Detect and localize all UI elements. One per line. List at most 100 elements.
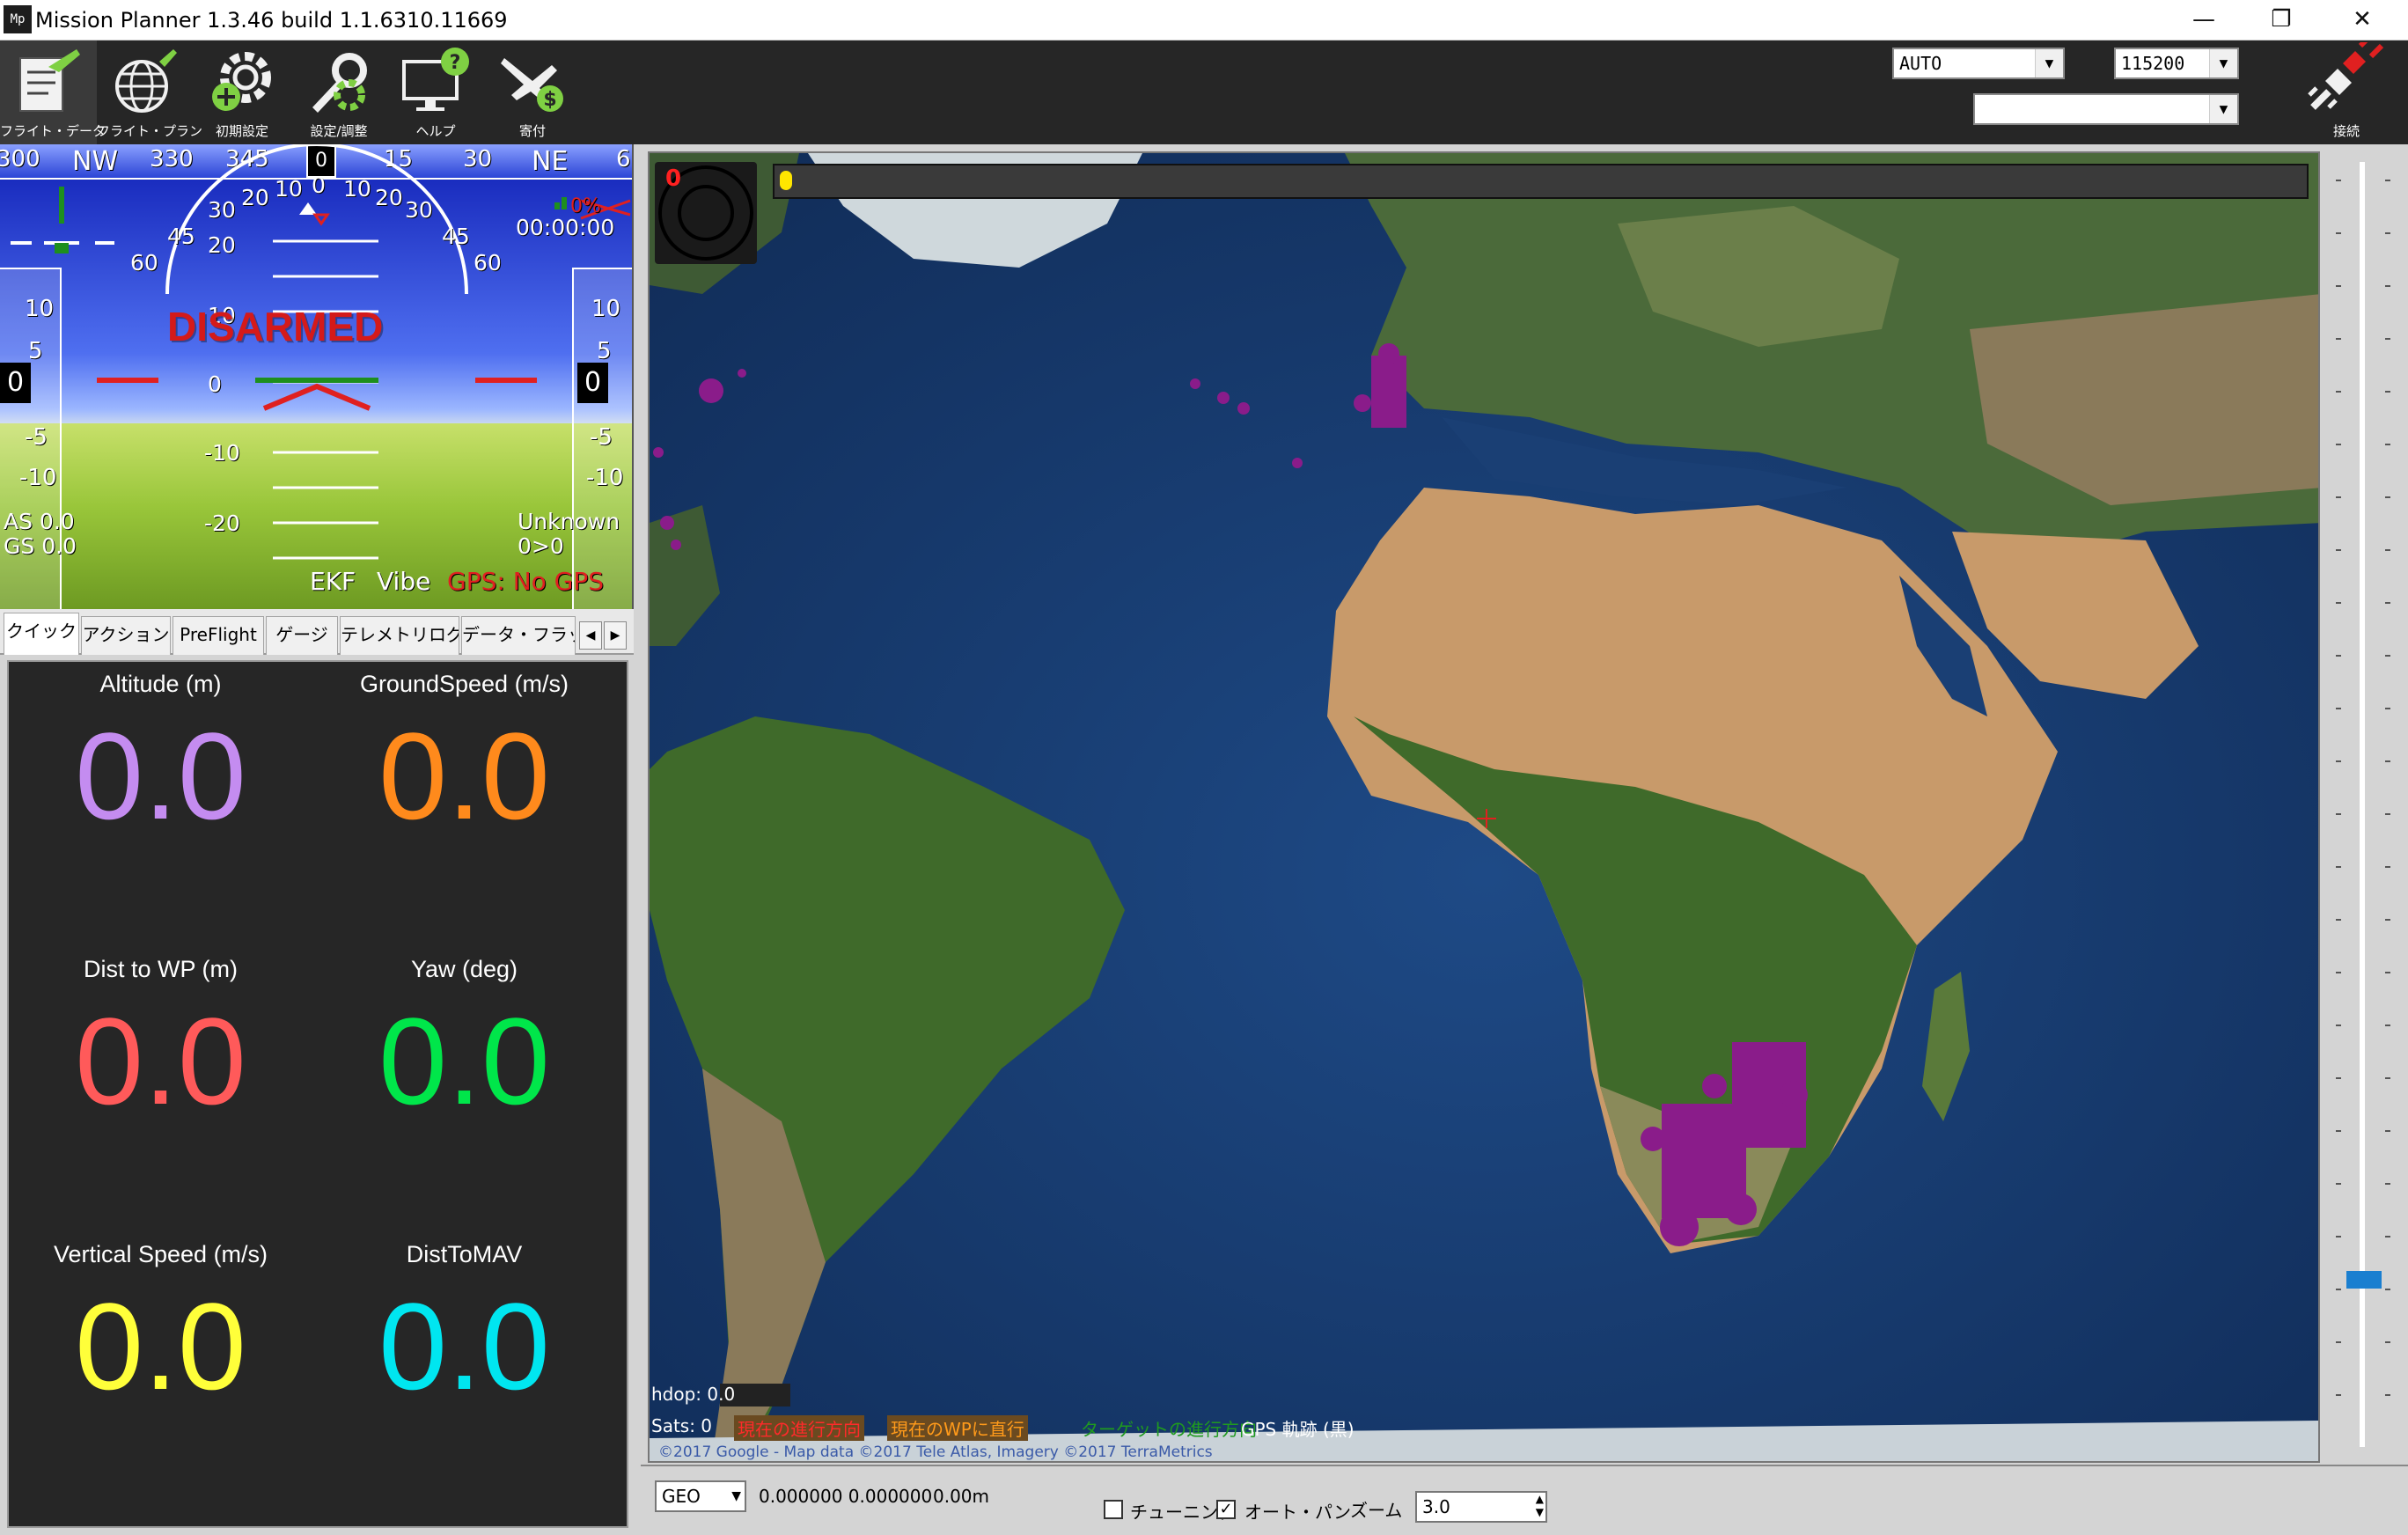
tab-dataflash[interactable]: データ・フラッシ <box>461 616 576 655</box>
baud-rate-select[interactable]: 115200 ▼ <box>2114 48 2239 79</box>
roll-label: 60 <box>130 250 158 275</box>
roll-label: 30 <box>208 197 236 223</box>
quick-cell-groundspeed[interactable]: GroundSpeed (m/s) 0.0 <box>312 662 616 944</box>
altitude-pointer: 0 <box>577 363 609 403</box>
quick-cell-altitude[interactable]: Altitude (m) 0.0 <box>9 662 312 944</box>
quick-label: GroundSpeed (m/s) <box>359 671 569 697</box>
restore-button[interactable]: ❐ <box>2243 0 2320 40</box>
tab-scroll-left-icon[interactable]: ◀ <box>579 621 602 650</box>
tab-actions[interactable]: アクション <box>81 616 171 655</box>
flight-mode-readout: Unknown <box>518 509 620 534</box>
zoom-input[interactable]: 3.0 ▲ ▼ <box>1415 1491 1547 1523</box>
tuning-checkbox[interactable] <box>1104 1500 1123 1519</box>
quick-cell-vertical-speed[interactable]: Vertical Speed (m/s) 0.0 <box>9 1232 312 1514</box>
chevron-down-icon: ▼ <box>2209 95 2237 123</box>
pitch-label: -10 <box>204 440 240 466</box>
satellite-map[interactable]: 0 hdop: 0.0 Sats: 0 現在の進行方向 現在のWPに直行 ターゲ… <box>648 151 2320 1463</box>
zoom-slider[interactable] <box>2331 162 2401 1465</box>
zoom-slider-track <box>2360 162 2365 1447</box>
close-button[interactable]: ✕ <box>2324 0 2401 40</box>
toolbar-label: フライト・データ <box>0 123 106 139</box>
toolbar-label: 設定/調整 <box>310 123 368 139</box>
alt-tape-label: -10 <box>586 465 624 491</box>
coordinates-readout: 0.000000 0.000000 <box>759 1486 933 1507</box>
toolbar-config-tuning[interactable]: 設定/調整 <box>290 40 387 144</box>
map-attribution: ©2017 Google - Map data ©2017 Tele Atlas… <box>658 1443 1213 1461</box>
quick-cell-dist-to-mav[interactable]: DistToMAV 0.0 <box>312 1232 616 1514</box>
quick-value: 0.0 <box>75 707 246 845</box>
sats-readout: Sats: 0 <box>651 1415 713 1436</box>
roll-label: 10 <box>275 176 303 202</box>
flight-mode-select[interactable]: AUTO ▼ <box>1892 48 2065 79</box>
quick-value: 0.0 <box>378 1277 550 1415</box>
baud-rate-value: 115200 <box>2121 53 2185 74</box>
main-toolbar: フライト・データ フライト・プラン 初期設定 設定/調整 ? ヘルプ $ 寄付 … <box>0 40 2408 144</box>
tab-quick[interactable]: クイック <box>4 613 79 655</box>
groundspeed-readout: GS 0.0 <box>4 533 77 559</box>
roll-label: 0 <box>312 173 326 198</box>
port-select[interactable]: ▼ <box>1973 93 2239 125</box>
vibe-status[interactable]: Vibe <box>377 567 430 596</box>
stepper-arrows-icon[interactable]: ▲ ▼ <box>1536 1493 1544 1519</box>
tab-telemetry-log[interactable]: テレメトリログ <box>340 616 459 655</box>
flight-plan-icon <box>115 49 177 113</box>
flight-data-icon <box>19 49 80 112</box>
quick-value: 0.0 <box>378 992 550 1130</box>
connect-label: 接続 <box>2332 123 2360 139</box>
window-title: Mission Planner 1.3.46 build 1.1.6310.11… <box>35 8 508 33</box>
toolbar-help[interactable]: ? ヘルプ <box>387 40 484 144</box>
map-status-bar: GEO ▼ 0.000000 0.000000 0.00m チューニング ✓ オ… <box>641 1465 2408 1535</box>
alt-tape-label: 10 <box>591 296 621 322</box>
hdop-readout: hdop: 0.0 <box>651 1384 736 1405</box>
tab-scroll-right-icon[interactable]: ▶ <box>604 621 627 650</box>
svg-text:$: $ <box>543 89 556 111</box>
zoom-label: ズーム <box>1350 1500 1403 1521</box>
speed-tape-label: 10 <box>25 296 55 322</box>
map-imagery <box>650 153 2318 1461</box>
tab-gauges[interactable]: ゲージ <box>266 616 338 655</box>
speed-pointer: 0 <box>0 363 32 403</box>
armed-status: DISARMED <box>167 304 384 349</box>
pitch-label: 20 <box>208 232 236 258</box>
app-icon: Mp <box>4 5 32 33</box>
legend-gps-track: GPS 軌跡 (黒) <box>1241 1419 1354 1440</box>
toolbar-donate[interactable]: $ 寄付 <box>484 40 581 144</box>
toolbar-initial-setup[interactable]: 初期設定 <box>194 40 290 144</box>
zoom-slider-thumb[interactable] <box>2346 1271 2382 1289</box>
donate-icon: $ <box>501 58 563 112</box>
initial-setup-icon <box>212 52 271 111</box>
toolbar-flight-plan[interactable]: フライト・プラン <box>97 40 203 144</box>
toolbar-label: フライト・プラン <box>97 123 203 139</box>
flight-timer: 00:00:00 <box>516 215 615 240</box>
alt-tape-label: 5 <box>597 338 612 364</box>
coord-system-select[interactable]: GEO ▼ <box>655 1480 746 1512</box>
pitch-label: -20 <box>204 510 240 536</box>
plug-icon <box>2308 42 2384 110</box>
quick-label: Dist to WP (m) <box>84 956 238 982</box>
quick-value: 0.0 <box>378 707 550 845</box>
coord-system-value: GEO <box>662 1486 701 1507</box>
autopan-checkbox[interactable]: ✓ <box>1216 1500 1236 1519</box>
legend-target-heading: ターゲットの進行方向 <box>1081 1419 1257 1440</box>
waypoint-readout: 0>0 <box>518 533 564 559</box>
quick-label: Vertical Speed (m/s) <box>53 1241 268 1267</box>
legend-heading: 現在の進行方向 <box>734 1415 864 1441</box>
ekf-status[interactable]: EKF <box>310 567 356 596</box>
roll-label: 20 <box>241 185 269 210</box>
roll-label: 45 <box>167 224 195 249</box>
toolbar-flight-data[interactable]: フライト・データ <box>0 40 106 144</box>
quick-cell-yaw[interactable]: Yaw (deg) 0.0 <box>312 947 616 1229</box>
minimize-button[interactable]: — <box>2165 0 2243 40</box>
quick-cell-dist-to-wp[interactable]: Dist to WP (m) 0.0 <box>9 947 312 1229</box>
vehicle-marker-icon[interactable] <box>780 171 792 190</box>
help-icon: ? <box>402 48 469 111</box>
quick-label: Yaw (deg) <box>410 956 518 982</box>
tab-preflight[interactable]: PreFlight <box>173 616 264 655</box>
speed-tape-label: -5 <box>25 424 48 451</box>
data-tabs: クイック アクション PreFlight ゲージ テレメトリログ データ・フラッ… <box>0 609 634 655</box>
map-panel: 0 hdop: 0.0 Sats: 0 現在の進行方向 現在のWPに直行 ターゲ… <box>641 144 2408 1465</box>
toolbar-label: 初期設定 <box>215 123 268 139</box>
connect-button[interactable]: 接続 <box>2285 40 2408 144</box>
svg-text:?: ? <box>450 52 461 74</box>
roll-label: 10 <box>343 176 371 202</box>
